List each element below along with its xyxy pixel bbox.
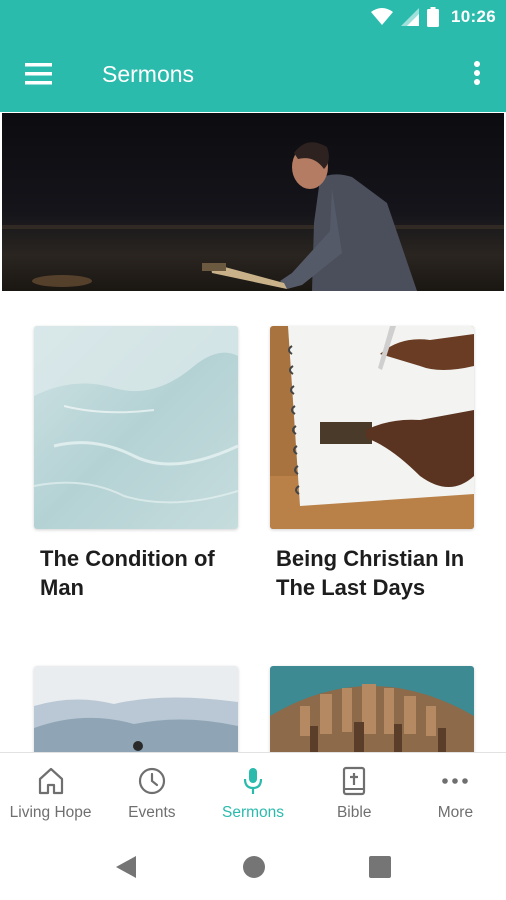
- nav-item-bible[interactable]: Bible: [304, 753, 405, 831]
- home-icon: [38, 767, 63, 795]
- nav-label: Living Hope: [9, 804, 92, 821]
- sermon-thumbnail-city[interactable]: [270, 666, 474, 754]
- system-navigation-bar: [0, 830, 506, 900]
- nav-item-sermons[interactable]: Sermons: [202, 753, 303, 831]
- nav-label: More: [437, 804, 474, 821]
- back-icon[interactable]: [114, 854, 138, 880]
- cell-signal-icon: [401, 8, 420, 26]
- sermon-title[interactable]: The Condition of Man: [40, 544, 240, 602]
- preacher-photo: [2, 113, 504, 291]
- status-time: 10:26: [451, 7, 496, 26]
- overflow-menu-icon[interactable]: [470, 60, 484, 90]
- sermon-thumbnail-water[interactable]: [34, 326, 238, 529]
- bible-icon: [343, 766, 366, 796]
- menu-icon[interactable]: [24, 62, 54, 86]
- app-bar: Sermons: [0, 36, 506, 112]
- nav-label: Events: [128, 804, 176, 821]
- more-horizontal-icon: [442, 778, 469, 784]
- wifi-icon: [371, 8, 394, 25]
- nav-label: Bible: [336, 804, 372, 821]
- clock-icon: [138, 767, 165, 795]
- page-title: Sermons: [102, 61, 195, 87]
- hero-banner-image[interactable]: [2, 113, 504, 291]
- nav-item-more[interactable]: More: [405, 753, 506, 831]
- sermon-thumbnail-notebook[interactable]: [270, 326, 474, 529]
- recents-icon[interactable]: [369, 856, 391, 878]
- nav-item-living-hope[interactable]: Living Hope: [0, 753, 101, 831]
- nav-label: Sermons: [221, 804, 285, 821]
- nav-item-events[interactable]: Events: [101, 753, 202, 831]
- microphone-icon: [243, 768, 263, 794]
- sermon-title[interactable]: Being Christian In The Last Days: [276, 544, 476, 602]
- battery-icon: [427, 7, 440, 27]
- home-button-icon[interactable]: [242, 855, 266, 879]
- bottom-navigation: Living Hope Events Sermons Bible More: [0, 752, 506, 831]
- status-icons: 10:26: [371, 7, 496, 27]
- sermon-thumbnail-mountains[interactable]: [34, 666, 238, 754]
- status-bar: 10:26: [0, 0, 506, 36]
